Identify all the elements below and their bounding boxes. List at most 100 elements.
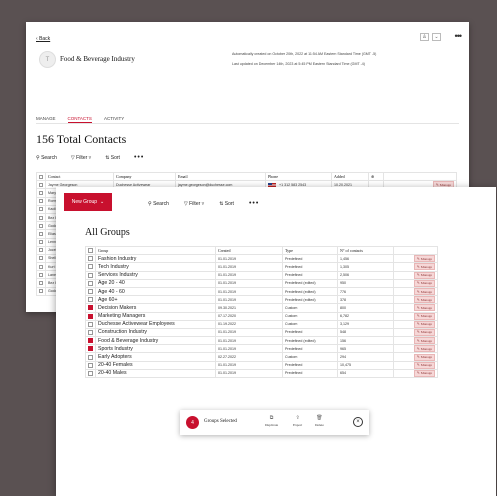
row-checkbox[interactable] [88,313,93,319]
row-checkbox[interactable] [39,281,43,286]
row-checkbox-cell[interactable] [85,278,96,288]
row-checkbox-cell[interactable] [85,262,96,272]
manage-button[interactable]: ✎ Manage [413,263,435,271]
select-all-cell[interactable] [85,245,96,256]
row-checkbox[interactable] [88,280,93,286]
row-checkbox[interactable] [88,256,93,262]
manage-button[interactable]: ✎ Manage [413,337,435,344]
row-checkbox[interactable] [88,346,93,352]
column-header[interactable]: Email [175,171,266,182]
table-row[interactable]: Tech Industry 01.01.2019 Predefined 1,305 ✎ … [85,262,438,272]
table-row[interactable]: Construction Industry 01.01.2019 Predefine… [85,327,438,338]
sort-button[interactable]: ⇅ Sort [105,155,120,161]
row-checkbox-cell[interactable] [36,221,46,231]
manage-button[interactable]: ✎ Manage [413,345,435,352]
filter-button[interactable]: ▽ Filter ▿ [71,155,91,161]
manage-button[interactable]: ✎ Manage [413,288,435,295]
manage-button[interactable]: ✎ Manage [413,329,435,336]
row-checkbox-cell[interactable] [85,327,96,338]
manage-button[interactable]: ✎ Manage [413,255,435,262]
sort-button[interactable]: ⇅ Sort [219,201,234,207]
row-checkbox-cell[interactable] [36,204,46,214]
table-row[interactable]: Food & Beverage Industry 01.01.2019 Predef… [85,336,438,346]
select-all-checkbox[interactable] [39,175,43,180]
table-row[interactable]: Sports Industry 01.01.2019 Predefined 965 ✎ … [85,344,438,354]
delete-button[interactable]: 🗑 Delete [315,415,324,427]
row-checkbox[interactable] [88,272,93,278]
row-checkbox-cell[interactable] [85,254,96,264]
column-header[interactable]: Created [215,245,283,256]
table-row[interactable]: Duchesse Activewear Employees 01.19.2022 C… [85,319,438,329]
row-checkbox[interactable] [88,289,93,295]
manage-button[interactable]: ✎ Manage [413,313,435,320]
row-checkbox[interactable] [88,297,93,303]
row-checkbox[interactable] [88,354,93,360]
manage-button[interactable]: ✎ Manage [413,304,435,311]
row-checkbox[interactable] [39,272,43,277]
table-row[interactable]: Age 40 - 60 01.01.2019 Predefined (edited)… [85,286,438,297]
row-checkbox-cell[interactable] [36,237,46,247]
search-button[interactable]: ⚲ Search [148,201,169,207]
row-checkbox-cell[interactable] [36,180,46,190]
row-checkbox-cell[interactable] [36,286,46,296]
table-row[interactable]: Services Industry 01.01.2019 Predefined 2,5… [85,270,438,280]
chevron-down-icon[interactable]: ⌄ [432,33,441,41]
duplicate-button[interactable]: ⧉ Duplicate [265,415,278,427]
table-row[interactable]: Early Adopters 02.27.2022 Custom 294 ✎ Manag… [85,352,438,362]
row-checkbox[interactable] [39,215,43,220]
manage-button[interactable]: ✎ Manage [413,321,435,328]
row-checkbox[interactable] [39,264,43,269]
row-checkbox-cell[interactable] [36,245,46,255]
row-checkbox-cell[interactable] [85,286,96,297]
row-checkbox[interactable] [88,370,93,376]
column-header[interactable]: Group [95,245,216,256]
bell-icon[interactable]: ♙ [420,33,429,41]
row-checkbox-cell[interactable] [85,368,96,379]
row-checkbox-cell[interactable] [85,270,96,280]
search-button[interactable]: ⚲ Search [36,155,57,161]
manage-button[interactable]: ✎ Manage [413,296,435,303]
row-checkbox[interactable] [39,223,43,228]
more-actions-button[interactable]: ••• [249,200,259,207]
row-checkbox-cell[interactable] [85,336,96,346]
back-link[interactable]: ‹ Back [36,36,50,42]
close-icon[interactable]: × [353,417,363,427]
row-checkbox-cell[interactable] [85,303,96,313]
row-checkbox[interactable] [88,329,93,335]
select-all-cell[interactable] [36,171,46,182]
row-checkbox[interactable] [39,248,43,253]
row-checkbox-cell[interactable] [36,278,46,288]
row-checkbox[interactable] [39,240,43,245]
filter-button[interactable]: ▽ Filter ▿ [184,201,204,207]
table-row[interactable]: Fashion Industry 01.01.2019 Predefined 1,45… [85,254,438,264]
column-settings-cell[interactable]: ⊕ [368,171,384,182]
tab-activity[interactable]: ACTIVITY [104,116,124,123]
row-checkbox[interactable] [39,182,43,187]
row-checkbox[interactable] [39,199,43,204]
row-checkbox-cell[interactable] [36,229,46,239]
row-checkbox[interactable] [88,362,93,368]
manage-button[interactable]: ✎ Manage [413,370,435,377]
row-checkbox-cell[interactable] [85,311,96,321]
row-checkbox[interactable] [39,207,43,212]
row-checkbox[interactable] [88,321,93,327]
row-checkbox-cell[interactable] [36,270,46,280]
column-header[interactable]: Company [113,171,176,182]
more-options-icon[interactable]: ••• [455,31,463,41]
table-row[interactable]: 20-40 Males 01.01.2019 Predefined 654 ✎ Mana… [85,368,438,379]
more-actions-button[interactable]: ••• [134,154,144,161]
row-checkbox-cell[interactable] [36,188,46,198]
row-checkbox-cell[interactable] [36,196,46,206]
manage-button[interactable]: ✎ Manage [413,362,435,369]
row-checkbox[interactable] [39,190,43,195]
row-checkbox[interactable] [88,338,93,344]
column-header[interactable]: Contact [45,171,114,182]
row-checkbox-cell[interactable] [36,253,46,264]
column-header[interactable]: Phone [265,171,332,182]
manage-button[interactable]: ✎ Manage [413,272,435,279]
table-row[interactable]: Age 20 - 40 01.01.2019 Predefined (edited)… [85,278,438,288]
tab-contacts[interactable]: CONTACTS [67,116,92,123]
row-checkbox-cell[interactable] [36,212,46,223]
row-checkbox-cell[interactable] [85,295,96,305]
table-row[interactable]: Marketing Managers 07.17.2020 Custom 6,782 ✎… [85,311,438,321]
